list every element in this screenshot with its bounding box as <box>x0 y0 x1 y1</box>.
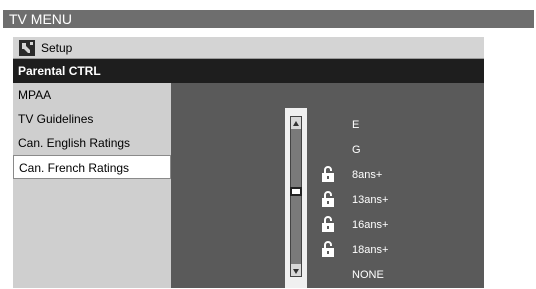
menu-panel: Setup Parental CTRL MPAA TV Guidelines C… <box>13 37 484 288</box>
rating-row-g[interactable]: G <box>171 138 484 162</box>
rating-row-13ans[interactable]: 13ans+ <box>171 188 484 212</box>
setup-label: Setup <box>41 41 73 55</box>
rating-area: E G 8ans+ 13ans+ 16ans+ 18ans+ NONE <box>171 83 484 288</box>
lock-icon <box>322 216 334 232</box>
setup-bar: Setup <box>13 37 484 59</box>
lock-icon <box>322 241 334 257</box>
menu-item-can-french-ratings[interactable]: Can. French Ratings <box>13 155 171 179</box>
lock-icon <box>322 166 334 182</box>
rating-label: 16ans+ <box>352 219 389 231</box>
rating-label: 18ans+ <box>352 244 389 256</box>
rating-label: G <box>352 144 361 156</box>
rating-label: 8ans+ <box>352 169 383 181</box>
tv-menu-title: TV MENU <box>3 10 534 28</box>
menu-list: MPAA TV Guidelines Can. English Ratings … <box>13 83 171 288</box>
rating-row-8ans[interactable]: 8ans+ <box>171 163 484 187</box>
menu-item-mpaa[interactable]: MPAA <box>13 83 171 107</box>
rating-label: E <box>352 119 360 131</box>
rating-row-none[interactable]: NONE <box>171 263 484 287</box>
lock-icon <box>322 191 334 207</box>
menu-item-tv-guidelines[interactable]: TV Guidelines <box>13 107 171 131</box>
rating-label: NONE <box>352 269 384 281</box>
breadcrumb: Parental CTRL <box>13 59 484 83</box>
rating-row-16ans[interactable]: 16ans+ <box>171 213 484 237</box>
rating-row-18ans[interactable]: 18ans+ <box>171 238 484 262</box>
menu-item-can-english-ratings[interactable]: Can. English Ratings <box>13 131 171 155</box>
rating-row-e[interactable]: E <box>171 113 484 137</box>
rating-label: 13ans+ <box>352 194 389 206</box>
setup-wrench-icon <box>19 40 35 56</box>
